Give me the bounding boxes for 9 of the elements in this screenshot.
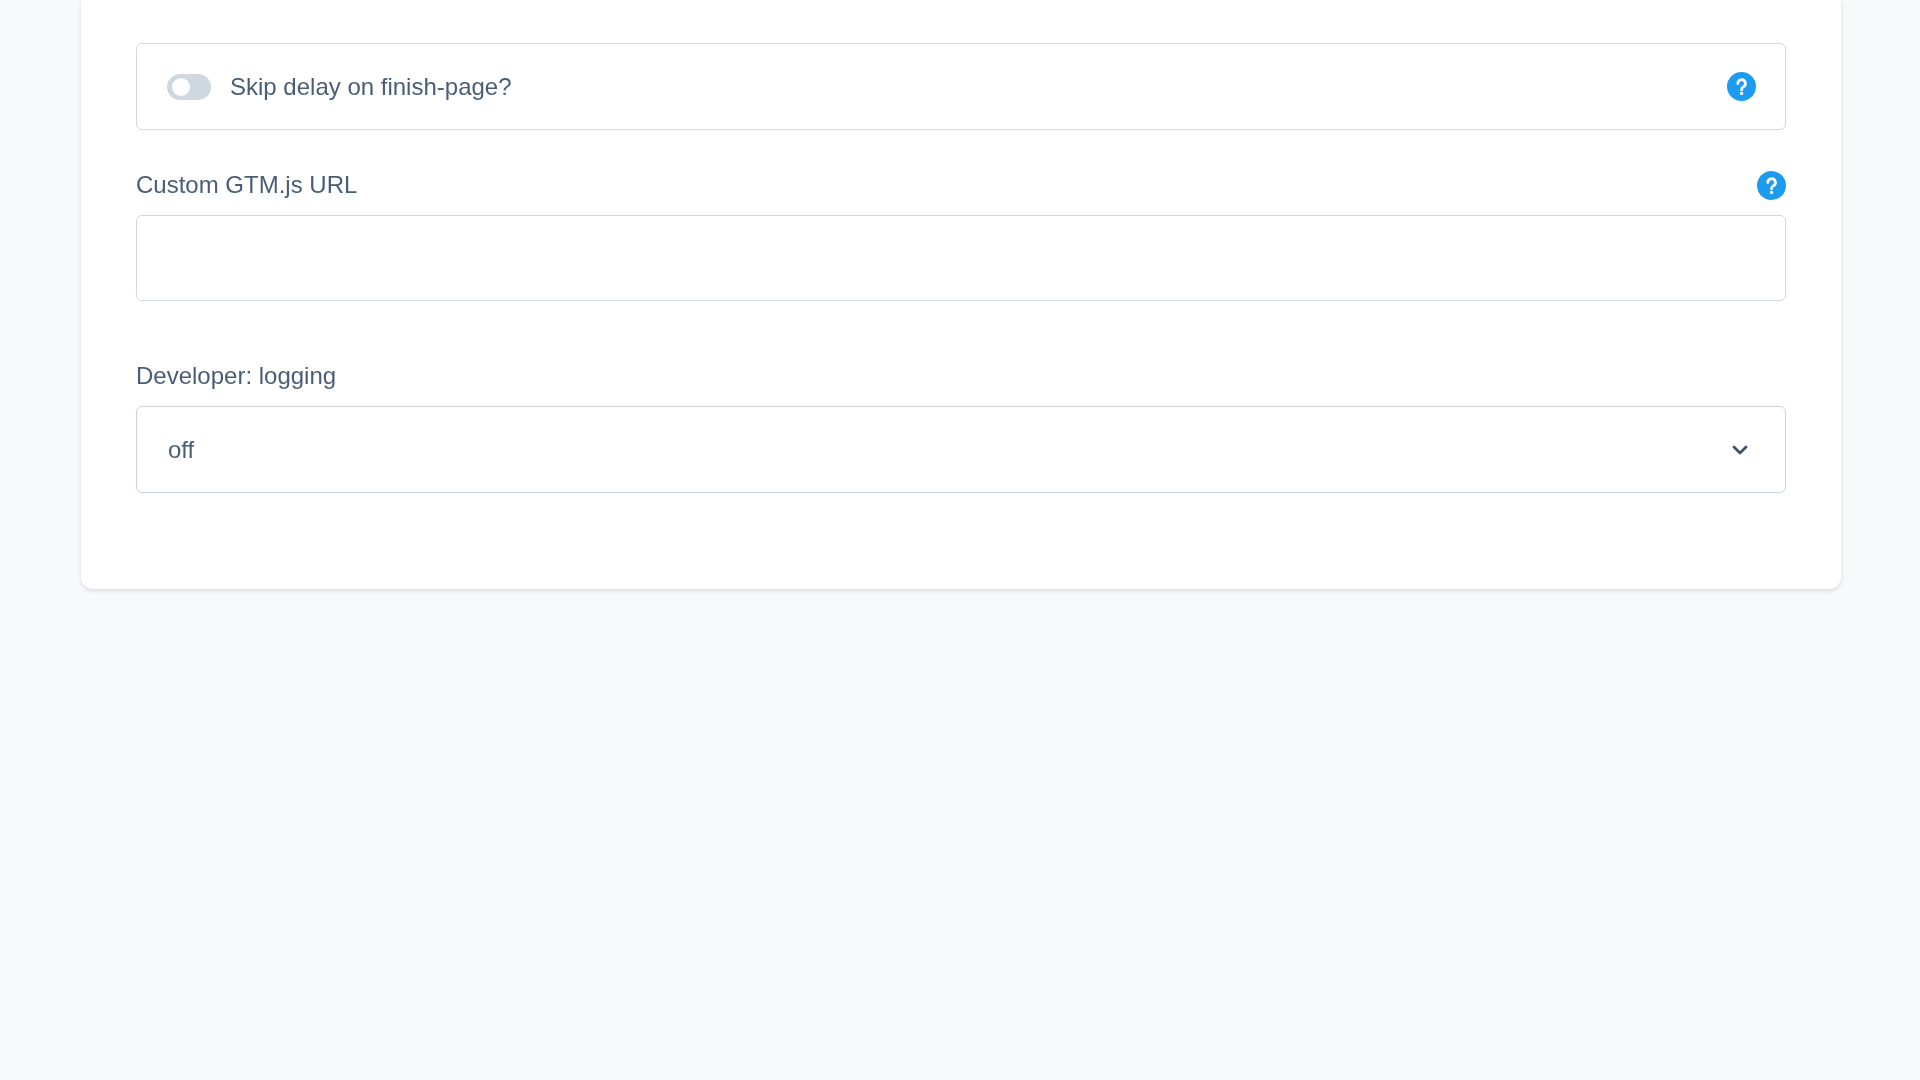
toggle-label: Skip delay on finish-page?: [230, 72, 512, 101]
help-icon[interactable]: [1757, 170, 1786, 200]
url-input-field[interactable]: [136, 215, 1786, 301]
logging-select[interactable]: off: [136, 406, 1786, 493]
field-label: Developer: logging: [136, 361, 337, 391]
chevron-down-icon: [1732, 444, 1748, 455]
help-icon[interactable]: [1727, 72, 1756, 101]
field-label: Custom GTM.js URL: [136, 170, 358, 200]
toggle-switch[interactable]: [167, 73, 211, 100]
